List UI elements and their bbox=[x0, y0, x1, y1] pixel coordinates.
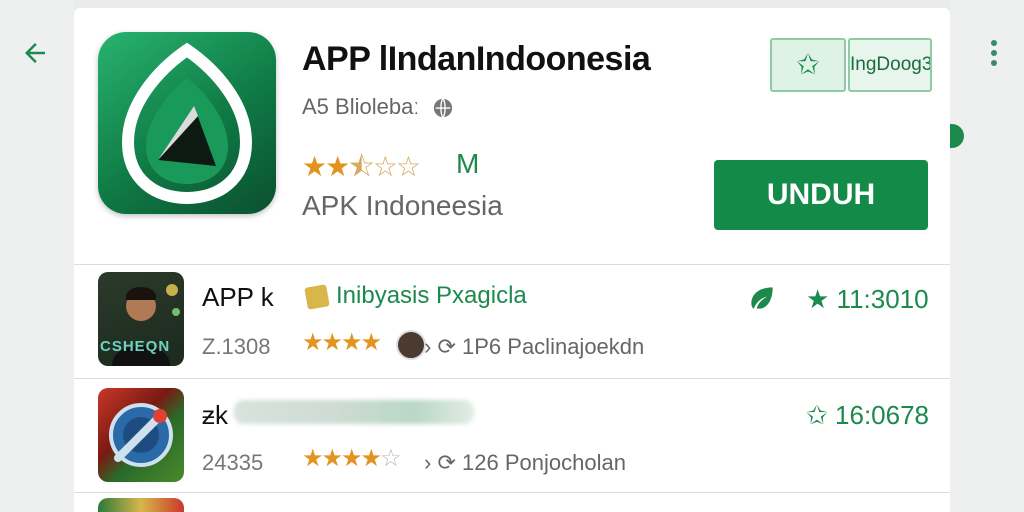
star-full-icon: ★★ bbox=[302, 151, 350, 182]
divider bbox=[74, 492, 950, 493]
list-item-stars: ★★★★☆ bbox=[302, 445, 402, 472]
list-item-count: Z.1308 bbox=[202, 334, 271, 359]
list-item-score: ★ 11:3010 bbox=[806, 284, 929, 314]
download-icon: ⟳ bbox=[437, 450, 456, 475]
thumbnail-label: CSHEQN bbox=[100, 338, 171, 355]
list-item[interactable]: ƶk ✩ 16:0678 24335 ★★★★☆ › ⟳ 126 Ponjoch… bbox=[74, 380, 950, 490]
download-icon: ⟳ bbox=[437, 334, 456, 359]
developer-name: A5 Bliolebaː bbox=[302, 94, 420, 119]
leaf-icon bbox=[751, 287, 773, 309]
left-gutter bbox=[0, 0, 74, 512]
list-item-meta: › ⟳ 126 Ponjocholan bbox=[424, 450, 626, 475]
app-icon bbox=[98, 32, 276, 214]
rating-label: M bbox=[456, 148, 480, 179]
chevron-right-icon: › bbox=[424, 334, 432, 359]
list-item-thumbnail bbox=[98, 498, 184, 512]
star-green-icon: ★ bbox=[806, 284, 830, 314]
app-header: APP lIndanIndoonesia A5 Bliolebaː ★★⯪☆☆ … bbox=[74, 8, 950, 264]
wishlist-button[interactable]: ✩ bbox=[770, 38, 846, 92]
category-icon bbox=[304, 284, 330, 310]
star-outline-icon: ✩ bbox=[796, 49, 820, 80]
compass-thumbnail bbox=[109, 403, 173, 467]
list-item-partial[interactable] bbox=[74, 494, 950, 512]
app-title: APP lIndanIndoonesia bbox=[302, 40, 651, 78]
app-logo-icon bbox=[121, 42, 253, 205]
list-item-title: APP k bbox=[202, 282, 274, 312]
list-item-thumbnail bbox=[98, 388, 184, 482]
list-item-score: ✩ 16:0678 bbox=[806, 400, 930, 430]
list-item-name-blurred bbox=[234, 400, 474, 424]
list-item-thumbnail: CSHEQN bbox=[98, 272, 184, 366]
more-options-button[interactable] bbox=[984, 36, 1004, 76]
app-star-rating: ★★⯪☆☆ bbox=[302, 146, 421, 194]
store-panel: APP lIndanIndoonesia A5 Bliolebaː ★★⯪☆☆ … bbox=[74, 8, 950, 512]
globe-icon bbox=[433, 98, 452, 118]
install-button[interactable]: UNDUH bbox=[714, 160, 928, 230]
back-button[interactable] bbox=[18, 38, 52, 72]
list-item-count: 24335 bbox=[202, 450, 264, 475]
star-half-icon: ⯪ bbox=[348, 151, 374, 182]
list-item-category: Inibyasis Pxagicla bbox=[336, 282, 527, 309]
divider bbox=[74, 378, 950, 379]
list-item[interactable]: CSHEQN APP k Inibyasis Pxagicla ★ 11:301… bbox=[74, 264, 950, 374]
star-empty-icon: ☆☆ bbox=[372, 151, 421, 182]
more-vert-icon bbox=[991, 40, 997, 46]
right-gutter bbox=[950, 0, 1024, 512]
arrow-left-icon bbox=[25, 43, 45, 63]
developer-row[interactable]: A5 Bliolebaː bbox=[302, 94, 454, 120]
tag-chip[interactable]: IngDoog3 bbox=[848, 38, 932, 92]
list-item-stars: ★★★★ bbox=[302, 329, 382, 356]
app-subtitle: APK Indoneesia bbox=[302, 190, 503, 221]
leaf-action-button[interactable] bbox=[746, 282, 778, 314]
avatar bbox=[396, 330, 426, 360]
list-item-meta: › ⟳ 1P6 Paclinajoekdn bbox=[424, 334, 645, 359]
chevron-right-icon: › bbox=[424, 450, 432, 475]
list-item-title: ƶk bbox=[202, 400, 228, 430]
star-outline-green-icon: ✩ bbox=[806, 400, 828, 430]
